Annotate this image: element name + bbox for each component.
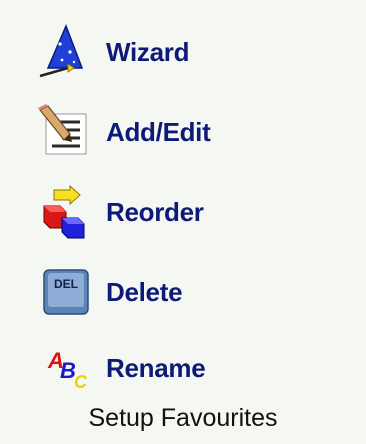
menu-item-reorder[interactable]: Reorder [34,182,334,242]
menu-item-add-edit[interactable]: Add/Edit [34,102,334,162]
delete-key-label: DEL [54,277,78,291]
menu-item-delete[interactable]: DEL Delete [34,262,334,322]
page-title: Setup Favourites [88,403,278,432]
menu-item-rename[interactable]: A B C Rename [34,338,334,398]
footer-title-bar: Setup Favourites [0,398,366,438]
rename-abc-icon: A B C [34,340,98,396]
wizard-hat-icon [34,24,98,80]
edit-pencil-icon [34,104,98,160]
menu-item-label: Add/Edit [106,116,211,147]
reorder-blocks-icon [34,184,98,240]
rename-letter-c: C [74,372,88,392]
menu-item-label: Rename [106,352,206,383]
menu-item-wizard[interactable]: Wizard [34,22,334,82]
delete-key-icon: DEL [34,264,98,320]
menu-item-label: Delete [106,276,183,307]
favourites-setup-menu: Wizard Add/Edit Reorder DEL Delete A B C… [0,0,366,444]
menu-item-label: Reorder [106,196,204,227]
menu-item-label: Wizard [106,36,190,67]
